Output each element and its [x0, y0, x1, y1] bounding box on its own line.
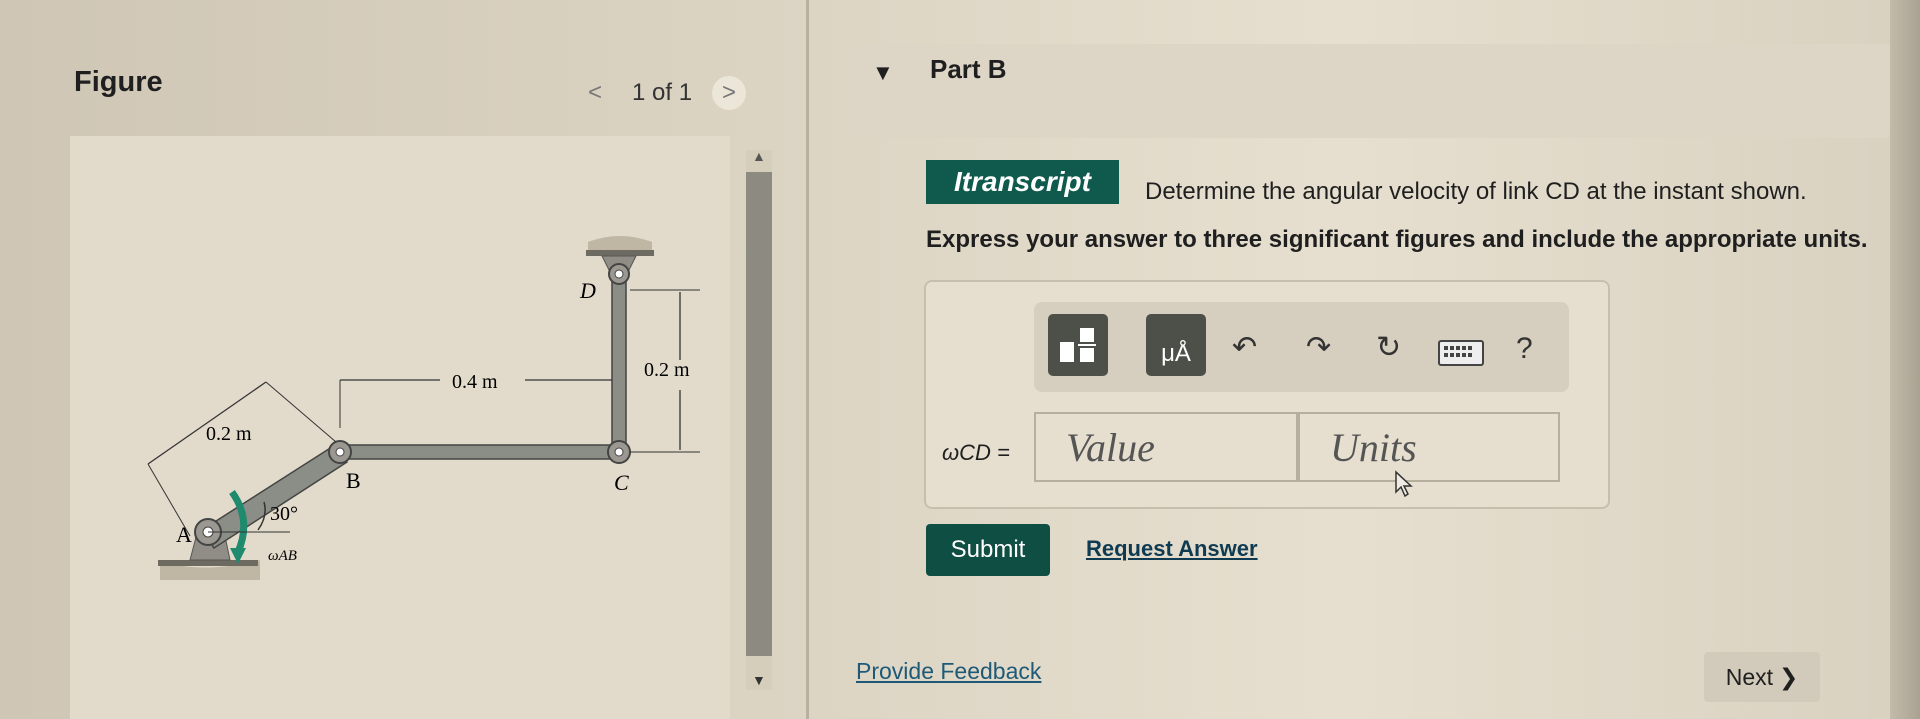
pin-d-center — [614, 269, 624, 279]
templates-icon[interactable] — [1048, 314, 1108, 376]
next-label: Next — [1725, 663, 1773, 690]
reset-icon[interactable]: ↻ — [1376, 330, 1401, 365]
keyboard-icon-glyph — [1444, 346, 1472, 357]
pin-c-center — [614, 447, 624, 457]
math-toolbar — [1034, 302, 1569, 392]
link-ab — [200, 443, 349, 550]
omega-ab-label: ωAB — [268, 548, 297, 564]
undo-icon[interactable]: ↶ — [1232, 330, 1257, 365]
answer-label: ωCD = — [942, 440, 1010, 465]
figure-title: Figure — [74, 66, 163, 98]
angle-label: 30° — [270, 503, 298, 525]
next-figure-button[interactable]: > — [712, 76, 747, 110]
transcript-logo: Itranscript — [926, 160, 1119, 204]
question-text: Determine the angular velocity of link C… — [1145, 178, 1807, 205]
pager-count: 1 of 1 — [632, 79, 693, 106]
next-chevron-icon: ❯ — [1779, 663, 1799, 690]
help-icon[interactable]: ? — [1516, 332, 1533, 366]
dim-cd-label: 0.2 m — [644, 359, 690, 381]
collapse-caret-icon[interactable]: ▼ — [872, 60, 894, 86]
provide-feedback-link[interactable]: Provide Feedback — [856, 658, 1041, 685]
scroll-up-arrow-icon[interactable]: ▲ — [752, 148, 766, 164]
part-title: Part B — [930, 54, 1007, 84]
next-button[interactable]: Next ❯ — [1704, 652, 1820, 702]
label-d: D — [579, 278, 596, 303]
pin-b-center — [335, 447, 345, 457]
dim-ab-ext-a — [147, 463, 191, 537]
window-edge — [1890, 0, 1920, 719]
units-icon-glyph: μÅ — [1161, 340, 1191, 367]
panel-divider — [806, 0, 809, 719]
value-input[interactable]: Value — [1034, 412, 1298, 482]
keyboard-icon[interactable] — [1438, 340, 1484, 366]
mechanism-diagram: 30° ωAB A B C D 0.2 m 0.4 m 0.2 m — [147, 236, 700, 580]
ground-d — [586, 250, 654, 256]
link-cd — [611, 259, 627, 453]
templates-icon-glyph — [1060, 328, 1096, 362]
units-input[interactable]: Units — [1298, 412, 1560, 482]
label-c: C — [614, 470, 629, 495]
figure-pager: < 1 of 1 > — [578, 76, 747, 110]
figure-scrollbar-thumb[interactable] — [746, 172, 772, 656]
instructions-text: Express your answer to three significant… — [926, 226, 1868, 253]
units-icon[interactable]: μÅ — [1146, 314, 1206, 376]
prev-figure-button[interactable]: < — [578, 76, 612, 110]
link-bc — [339, 444, 619, 460]
redo-icon[interactable]: ↷ — [1306, 330, 1331, 365]
scroll-down-arrow-icon[interactable]: ▼ — [752, 672, 766, 688]
label-b: B — [346, 468, 361, 493]
dim-bc-label: 0.4 m — [452, 371, 498, 393]
ground-a — [158, 560, 258, 566]
dim-ab-label: 0.2 m — [206, 423, 252, 445]
dim-ab-ext-b — [265, 381, 337, 443]
submit-button[interactable]: Submit — [926, 524, 1050, 576]
request-answer-link[interactable]: Request Answer — [1086, 536, 1258, 562]
mouse-cursor-icon — [1395, 470, 1413, 498]
